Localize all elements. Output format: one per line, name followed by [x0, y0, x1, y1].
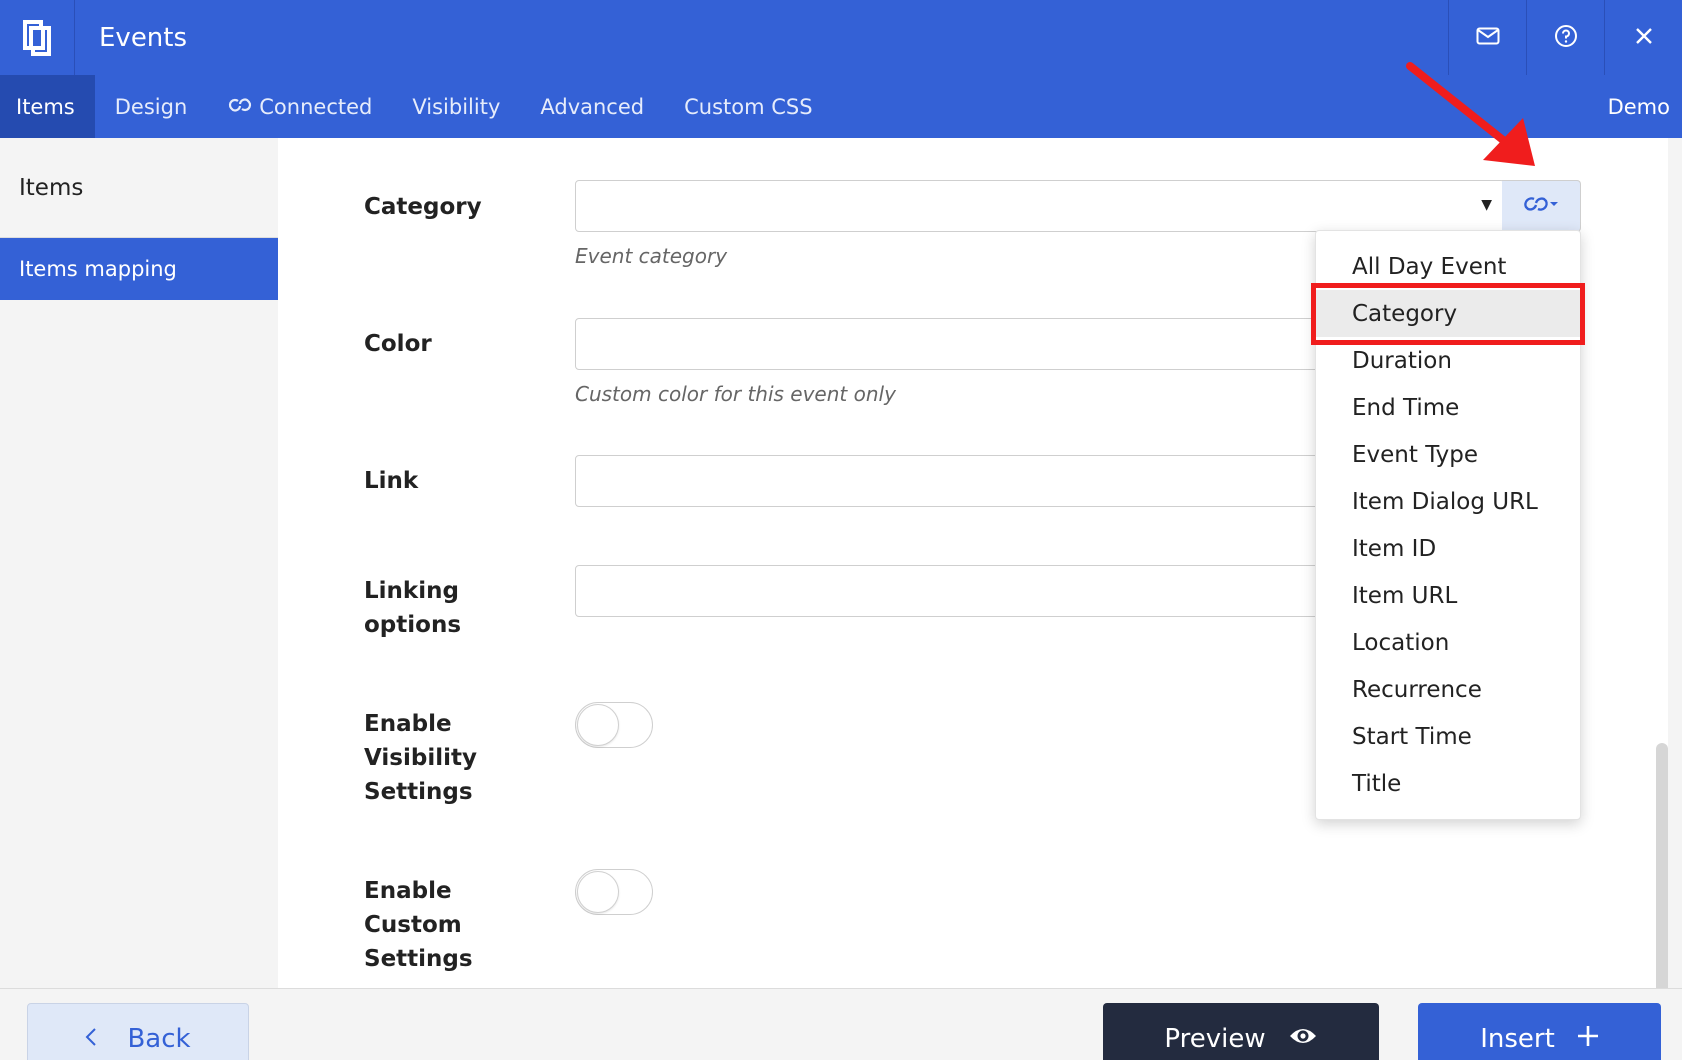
link-label: Link [364, 468, 419, 494]
toggle-knob [577, 704, 619, 746]
caret-down-icon: ▼ [1481, 197, 1492, 213]
sidebar-item-items-mapping[interactable]: Items mapping [0, 238, 278, 300]
mail-button[interactable] [1448, 0, 1526, 75]
tab-label: Design [114, 94, 188, 119]
tab-label: Visibility [412, 94, 501, 119]
sidebar-item-label: Items [19, 174, 84, 201]
sidebar: Items Items mapping [0, 138, 278, 988]
label-line: Visibility [364, 745, 477, 771]
label-line: Custom [364, 912, 462, 938]
tab-label: Advanced [540, 94, 645, 119]
label-line: Enable [364, 878, 452, 904]
dropdown-item[interactable]: Start Time [1316, 713, 1580, 760]
color-help: Custom color for this event only [575, 382, 896, 406]
tab-advanced[interactable]: Advanced [520, 75, 664, 138]
app-logo-icon[interactable] [0, 0, 75, 75]
linking-options-label: Linking options [364, 574, 461, 642]
color-label: Color [364, 331, 432, 357]
back-button[interactable]: Back [27, 1003, 249, 1060]
connect-field-button[interactable] [1502, 180, 1581, 232]
enable-visibility-label: Enable Visibility Settings [364, 707, 477, 809]
sidebar-item-items[interactable]: Items [0, 138, 278, 238]
plus-icon [1577, 1024, 1599, 1054]
app-header: Events [0, 0, 1682, 75]
category-label: Category [364, 194, 482, 220]
label-line: Settings [364, 779, 473, 805]
tab-bar: Items Design Connected Visibility Advanc… [0, 75, 1682, 138]
enable-custom-label: Enable Custom Settings [364, 874, 473, 976]
label-line: Enable [364, 711, 452, 737]
insert-button[interactable]: Insert [1418, 1003, 1661, 1060]
category-select[interactable]: ▼ [575, 180, 1505, 232]
dropdown-item[interactable]: Item URL [1316, 572, 1580, 619]
app-title: Events [99, 22, 188, 53]
label-line: options [364, 612, 462, 638]
preview-button-label: Preview [1164, 1024, 1266, 1054]
dropdown-item[interactable]: Item Dialog URL [1316, 478, 1580, 525]
link-icon [227, 95, 253, 119]
category-help: Event category [575, 244, 728, 268]
tab-label: Connected [259, 94, 373, 119]
tab-label: Custom CSS [684, 94, 813, 119]
tab-design[interactable]: Design [95, 75, 208, 138]
help-icon [1554, 24, 1578, 52]
close-button[interactable] [1604, 0, 1682, 75]
dropdown-item[interactable]: Item ID [1316, 525, 1580, 572]
tab-custom-css[interactable]: Custom CSS [664, 75, 832, 138]
dropdown-item[interactable]: Recurrence [1316, 666, 1580, 713]
annotation-highlight-box [1311, 283, 1585, 345]
label-line: Linking [364, 578, 459, 604]
tab-label: Items [16, 94, 75, 119]
footer-bar: Back Preview Insert [0, 988, 1682, 1060]
mail-icon [1476, 27, 1500, 49]
sidebar-item-label: Items mapping [19, 257, 177, 281]
label-line: Settings [364, 946, 473, 972]
insert-button-label: Insert [1480, 1024, 1555, 1054]
enable-visibility-toggle[interactable] [575, 702, 653, 748]
close-icon [1634, 26, 1654, 50]
tab-items[interactable]: Items [0, 75, 95, 138]
enable-custom-toggle[interactable] [575, 869, 653, 915]
dropdown-item[interactable]: End Time [1316, 384, 1580, 431]
chevron-left-icon [85, 1024, 97, 1054]
dropdown-item[interactable]: Location [1316, 619, 1580, 666]
tab-visibility[interactable]: Visibility [392, 75, 520, 138]
toggle-knob [577, 871, 619, 913]
eye-icon [1288, 1024, 1318, 1054]
dropdown-item[interactable]: Title [1316, 760, 1580, 807]
back-button-label: Back [127, 1024, 191, 1054]
demo-link[interactable]: Demo [1608, 75, 1670, 138]
preview-button[interactable]: Preview [1103, 1003, 1379, 1060]
tab-connected[interactable]: Connected [207, 75, 392, 138]
help-button[interactable] [1526, 0, 1604, 75]
dropdown-item[interactable]: Event Type [1316, 431, 1580, 478]
link-dropdown-icon [1521, 193, 1561, 219]
